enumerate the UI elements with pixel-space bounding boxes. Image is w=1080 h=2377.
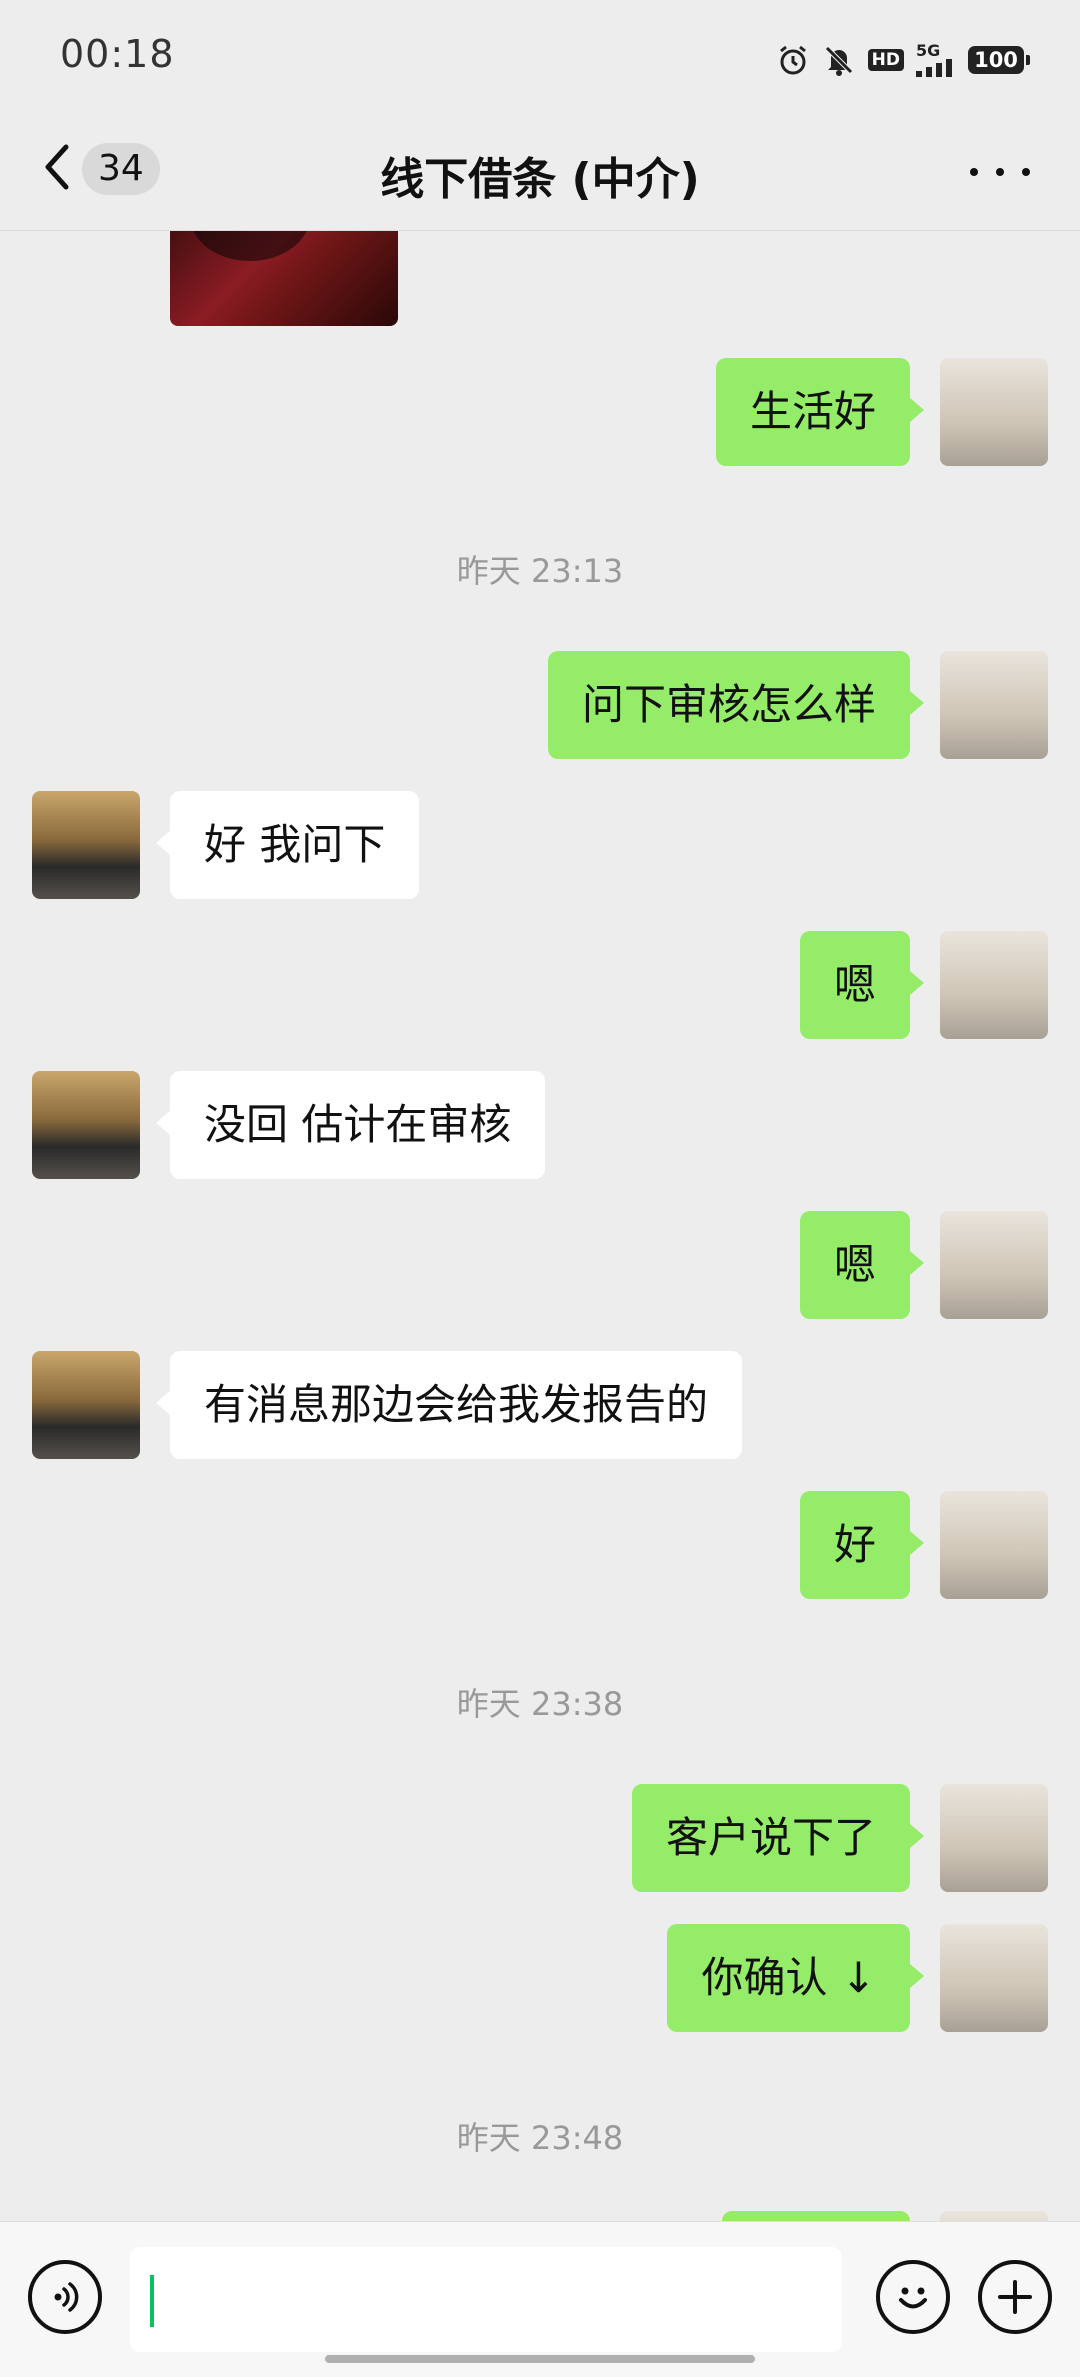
message-row: 没回 估计在审核: [0, 1071, 1080, 1179]
avatar[interactable]: [940, 651, 1048, 759]
avatar[interactable]: [32, 1351, 140, 1459]
message-row: 生活好: [0, 358, 1080, 466]
emoji-button[interactable]: [876, 2260, 950, 2334]
message-row-partial: [0, 2211, 1080, 2221]
avatar[interactable]: [940, 358, 1048, 466]
message-bubble[interactable]: [722, 2211, 910, 2221]
message-list[interactable]: 生活好 昨天 23:13 问下审核怎么样 好 我问下 嗯 没回 估计在审核 嗯 …: [0, 231, 1080, 2221]
chat-header: 34 线下借条 (中介): [0, 115, 1080, 231]
avatar[interactable]: [940, 1491, 1048, 1599]
more-dots-icon: [970, 168, 978, 176]
network-label: 5G: [916, 41, 941, 60]
input-bar: [0, 2221, 1080, 2377]
avatar[interactable]: [940, 1211, 1048, 1319]
avatar[interactable]: [940, 931, 1048, 1039]
message-row: 好: [0, 1491, 1080, 1599]
voice-icon: [54, 2282, 79, 2312]
message-row: 你确认 ↓: [0, 1924, 1080, 2032]
message-bubble[interactable]: 生活好: [715, 358, 925, 466]
message-bubble[interactable]: 你确认 ↓: [667, 1924, 924, 2032]
status-bar: 00:18 HD 5G 100: [0, 0, 1080, 115]
message-input[interactable]: [130, 2247, 842, 2352]
message-bubble[interactable]: 问下审核怎么样: [547, 651, 925, 759]
message-bubble[interactable]: 没回 估计在审核: [155, 1071, 546, 1179]
avatar[interactable]: [940, 1784, 1048, 1892]
avatar[interactable]: [32, 1071, 140, 1179]
signal-icon: 5G: [916, 43, 956, 77]
message-row: 嗯: [0, 931, 1080, 1039]
add-icon: [998, 2280, 1032, 2314]
mute-icon: [822, 43, 856, 77]
message-row: 问下审核怎么样: [0, 651, 1080, 759]
voice-button[interactable]: [28, 2260, 102, 2334]
avatar[interactable]: [940, 2211, 1048, 2221]
timestamp: 昨天 23:13: [456, 552, 624, 590]
avatar[interactable]: [32, 791, 140, 899]
chat-title: 线下借条 (中介): [380, 154, 700, 205]
message-row: 嗯: [0, 1211, 1080, 1319]
add-button[interactable]: [978, 2260, 1052, 2334]
more-button[interactable]: [970, 147, 1030, 197]
message-row: 客户说下了: [0, 1784, 1080, 1892]
alarm-icon: [776, 43, 810, 77]
message-row: 好 我问下: [0, 791, 1080, 899]
timestamp: 昨天 23:48: [456, 2119, 624, 2157]
hd-icon: HD: [867, 49, 904, 71]
timestamp: 昨天 23:38: [456, 1685, 624, 1723]
status-time: 00:18: [60, 32, 175, 76]
message-bubble[interactable]: 有消息那边会给我发报告的: [155, 1351, 743, 1459]
message-bubble[interactable]: 嗯: [799, 1211, 925, 1319]
text-cursor: [150, 2275, 154, 2327]
status-icons: HD 5G 100: [776, 40, 1030, 80]
avatar[interactable]: [940, 1924, 1048, 2032]
message-bubble[interactable]: 嗯: [799, 931, 925, 1039]
message-row: 有消息那边会给我发报告的: [0, 1351, 1080, 1459]
battery-icon: 100: [968, 46, 1030, 74]
message-bubble[interactable]: 客户说下了: [631, 1784, 925, 1892]
emoji-icon: [899, 2287, 927, 2309]
image-message[interactable]: [170, 231, 398, 326]
message-bubble[interactable]: 好: [799, 1491, 925, 1599]
home-indicator[interactable]: [325, 2355, 755, 2363]
message-bubble[interactable]: 好 我问下: [155, 791, 420, 899]
